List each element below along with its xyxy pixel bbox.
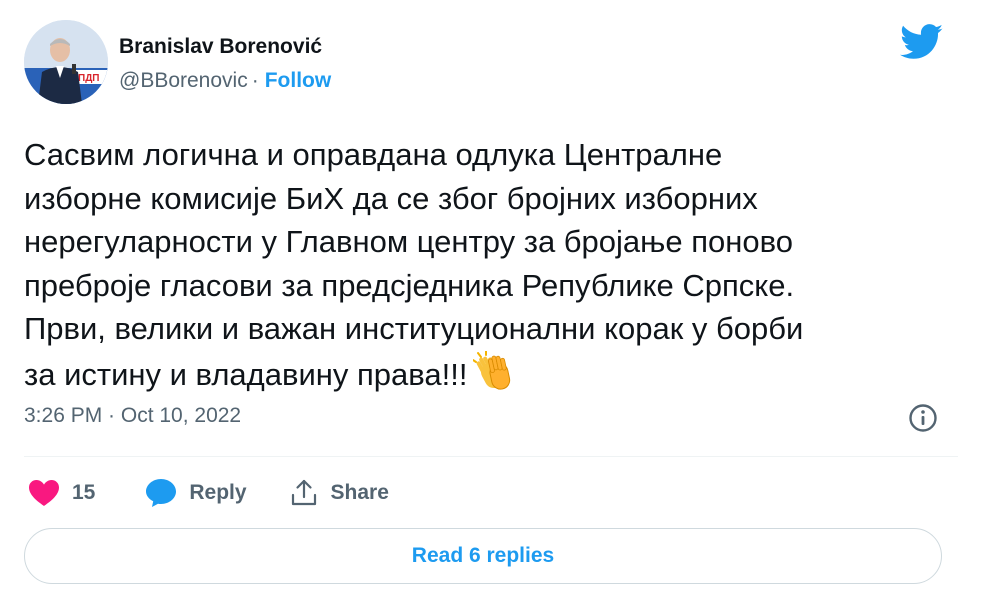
heart-icon [28, 479, 60, 507]
author-name[interactable]: Branislav Borenović [119, 35, 322, 59]
handle-row: @BBorenovic · Follow [119, 69, 331, 93]
share-button[interactable]: Share [289, 478, 389, 508]
share-label: Share [330, 481, 389, 504]
action-bar: 15 Reply Share [28, 472, 389, 514]
tweet-body: Сасвим логична и оправдана одлука Центра… [24, 137, 804, 392]
avatar[interactable]: ПДП [24, 20, 108, 104]
clapping-hands-icon [472, 349, 517, 391]
twitter-bird-icon[interactable] [900, 24, 944, 60]
separator-dot: · [251, 69, 259, 92]
reply-button[interactable]: Reply [145, 478, 247, 508]
speech-bubble-icon [145, 478, 177, 508]
like-count: 15 [72, 481, 96, 504]
svg-text:ПДП: ПДП [78, 73, 100, 84]
share-icon [289, 478, 319, 508]
read-replies-button[interactable]: Read 6 replies [24, 528, 942, 584]
tweet-text: Сасвим логична и оправдана одлука Центра… [24, 133, 954, 396]
info-icon[interactable] [908, 403, 938, 433]
tweet-timestamp[interactable]: 3:26 PM · Oct 10, 2022 [24, 404, 241, 428]
like-button[interactable]: 15 [28, 479, 95, 507]
reply-label: Reply [189, 481, 247, 504]
tweet-card: ПДП Branislav Borenović @BBorenovic · Foll… [0, 0, 982, 600]
divider [24, 456, 958, 457]
follow-button[interactable]: Follow [265, 69, 332, 92]
author-handle[interactable]: @BBorenovic [119, 69, 248, 92]
